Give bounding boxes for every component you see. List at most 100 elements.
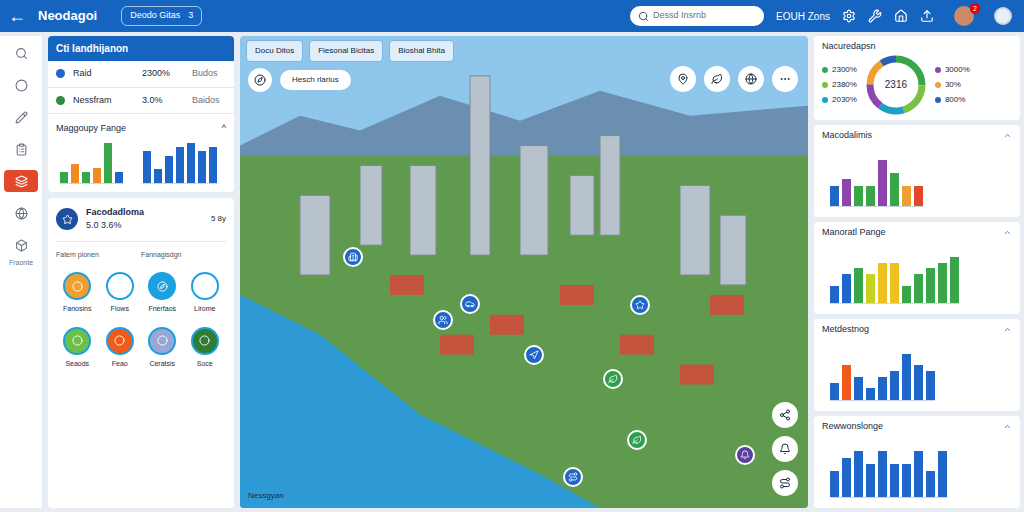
legend-item: 2380% [822, 79, 857, 91]
map-side-button[interactable] [772, 436, 798, 462]
facility-item[interactable]: Flows [99, 272, 142, 315]
chart-bar [830, 471, 839, 497]
upload-icon[interactable] [920, 9, 934, 23]
pin-icon [529, 350, 539, 360]
chart-bar [209, 147, 217, 183]
facility-item-icon [191, 272, 219, 300]
collapse-toggle[interactable]: ^ [222, 122, 226, 136]
map-chip[interactable]: Bioshal Bhita [389, 40, 454, 62]
column-label: Fatem pionen [56, 250, 141, 261]
chart-bar [902, 464, 911, 497]
stat-note: Baidos [192, 94, 226, 108]
map-pin[interactable] [343, 247, 363, 267]
map-pin[interactable] [563, 467, 583, 487]
profile-icon[interactable] [994, 7, 1012, 25]
collapse-icon[interactable] [1003, 325, 1012, 334]
map-side-button[interactable] [772, 402, 798, 428]
card-title: Nacuredapsn [822, 40, 1012, 54]
overview-card: Cti IandhijanonRaid2300%BudosNessfram3.0… [48, 36, 234, 192]
rail-item[interactable] [4, 234, 38, 256]
chart-bar [842, 458, 851, 497]
rail-item[interactable] [4, 170, 38, 192]
rail-item[interactable] [4, 138, 38, 160]
map-tool-button[interactable] [772, 66, 798, 92]
map-pin[interactable] [603, 369, 623, 389]
card-title: Macodalimis [822, 129, 872, 143]
home-icon[interactable] [894, 9, 908, 23]
legend-item: 800% [935, 94, 970, 106]
chart-bar [866, 274, 875, 303]
facility-item[interactable]: Lirome [184, 272, 227, 315]
map-tool-button[interactable] [704, 66, 730, 92]
icon-rail: Fraonte [0, 36, 42, 508]
left-panel: Cti IandhijanonRaid2300%BudosNessfram3.0… [48, 36, 234, 508]
search-icon [638, 11, 649, 22]
map-tool-button[interactable] [670, 66, 696, 92]
facility-item-label: Ceratsis [149, 359, 175, 370]
facility-item[interactable]: Seaods [56, 327, 99, 370]
pin-icon [568, 472, 578, 482]
collapse-icon[interactable] [1003, 422, 1012, 431]
map-pin[interactable] [433, 310, 453, 330]
chart-bar [866, 186, 875, 206]
facility-card: Facodadloma5.0 3.6%5 8yFatem pionenFanna… [48, 198, 234, 509]
map-pin[interactable] [460, 294, 480, 314]
map-pin[interactable] [630, 295, 650, 315]
app: ←NeodagoiDeodo Gitas3Dessd InsrnbEOUH Zo… [0, 0, 1024, 512]
stat-note: Budos [192, 67, 226, 81]
legend-item: 3000% [935, 64, 970, 76]
avatar-badge: 2 [970, 3, 980, 14]
facility-item[interactable]: Fnerfaos [141, 272, 184, 315]
facility-item[interactable]: Fanosins [56, 272, 99, 315]
pin-icon [438, 315, 448, 325]
facility-item[interactable]: Soce [184, 327, 227, 370]
map-pin[interactable] [524, 345, 544, 365]
pin-icon [635, 300, 645, 310]
chart-bar [902, 354, 911, 400]
search-field[interactable]: Dessd Insrnb [630, 6, 764, 26]
layer-button[interactable] [248, 68, 272, 92]
avatar[interactable]: 2 [954, 6, 974, 26]
chart-bar [914, 365, 923, 400]
collapse-icon[interactable] [1003, 131, 1012, 140]
map-pin[interactable] [735, 445, 755, 465]
pin-icon [632, 435, 642, 445]
card-title: Manoratl Pange [822, 226, 886, 240]
map-pin[interactable] [627, 430, 647, 450]
rail-item[interactable] [4, 202, 38, 224]
rail-icon [15, 111, 28, 124]
rail-icon [15, 79, 28, 92]
pin-icon [608, 374, 618, 384]
map-search-chip[interactable]: Hesch rlarius [280, 70, 351, 90]
rail-item[interactable] [4, 106, 38, 128]
wrench-icon[interactable] [868, 9, 882, 23]
map-chip[interactable]: Docu Ditos [246, 40, 303, 62]
rail-item[interactable] [4, 42, 38, 64]
map-chip[interactable]: Fiesonal Bicitas [309, 40, 383, 62]
rail-item[interactable] [4, 74, 38, 96]
card-title: Metdestnog [822, 323, 869, 337]
map-side-button[interactable] [772, 470, 798, 496]
chart-title: Maggoupy Fange [56, 122, 126, 136]
facility-item[interactable]: Feao [99, 327, 142, 370]
rail-icon [15, 239, 28, 252]
pill-label: Deodo Gitas [130, 9, 180, 23]
chart-bar [890, 371, 899, 400]
chart-bar [866, 388, 875, 400]
settings-icon[interactable] [842, 9, 856, 23]
chart-bar [830, 286, 839, 303]
chart-bar [878, 160, 887, 206]
top-bar: ←NeodagoiDeodo Gitas3Dessd InsrnbEOUH Zo… [0, 0, 1024, 32]
collapse-icon[interactable] [1003, 228, 1012, 237]
pill-count: 3 [188, 9, 193, 23]
top-pill[interactable]: Deodo Gitas 3 [121, 6, 202, 26]
chart-bar [878, 451, 887, 497]
back-button[interactable]: ← [8, 7, 26, 25]
bar-chart [830, 452, 947, 498]
city-map[interactable]: Docu Ditos Fiesonal Bicitas Bioshal Bhita H… [240, 36, 808, 508]
bar-chart [143, 144, 217, 184]
facility-item-label: Flows [111, 304, 129, 315]
facility-item[interactable]: Ceratsis [141, 327, 184, 370]
column-label: Fannagisdgn [141, 250, 226, 261]
map-tool-button[interactable] [738, 66, 764, 92]
